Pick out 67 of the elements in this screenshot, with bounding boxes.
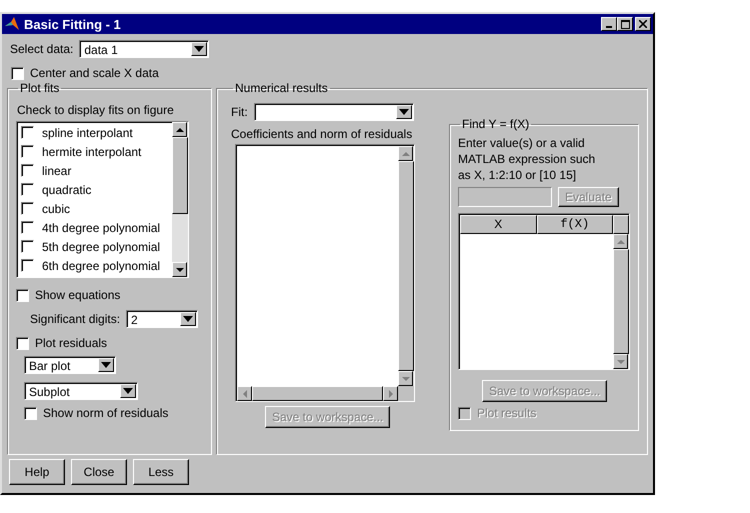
caret-icon <box>183 316 194 322</box>
minimize-button[interactable] <box>601 17 617 31</box>
arrow-icon <box>176 126 184 134</box>
dialog-button[interactable]: Help <box>9 459 65 485</box>
show-norm-label: Show norm of residuals <box>43 406 168 420</box>
plot-layout-dropdown[interactable]: Subplot <box>24 382 138 400</box>
scroll-arrow-button[interactable] <box>172 122 187 137</box>
significant-digits-dropdown[interactable]: 2 <box>126 310 198 328</box>
caret-icon <box>398 109 409 115</box>
scroll-arrow-button[interactable] <box>398 146 413 161</box>
caret-icon <box>101 362 111 368</box>
arrow-icon <box>402 150 410 158</box>
input-field[interactable] <box>458 187 552 207</box>
instruction-text: Check to display fits on figure <box>17 103 175 117</box>
column-header[interactable]: f(X) <box>536 215 613 234</box>
fit-option-label: hermite interpolant <box>42 144 142 158</box>
arrow-icon <box>616 358 624 366</box>
scroll-arrow-button[interactable] <box>383 386 398 401</box>
significant-digits-label: Significant digits: <box>30 312 120 326</box>
select-data-dropdown[interactable]: data 1 <box>79 40 210 58</box>
matlab-logo-icon <box>4 16 20 32</box>
arrow-icon <box>176 266 184 274</box>
fit-dropdown[interactable] <box>254 103 414 121</box>
maximize-icon <box>620 20 630 28</box>
checkbox[interactable] <box>24 406 37 420</box>
show-equations-label: Show equations <box>35 288 120 302</box>
scroll-arrow-button[interactable] <box>613 234 628 249</box>
select-data-label: Select data: <box>10 42 74 56</box>
coefficients-label: Coefficients and norm of residuals <box>231 127 414 141</box>
scroll-thumb[interactable] <box>172 137 188 214</box>
fit-option-label: quadratic <box>42 182 92 196</box>
arrow-icon <box>616 238 624 246</box>
caret-icon <box>194 46 204 52</box>
fit-option-label: 4th degree polynomial <box>42 220 160 234</box>
header-corner <box>613 215 629 234</box>
fit-option-label: 6th degree polynomial <box>42 258 160 272</box>
panel-title: Find Y = f(X) <box>461 117 530 131</box>
center-scale-label: Center and scale X data <box>30 66 159 80</box>
checkbox[interactable] <box>16 336 29 350</box>
scroll-thumb[interactable] <box>613 249 629 354</box>
caret-icon <box>123 388 133 394</box>
plot-residuals-label: Plot residuals <box>35 336 108 350</box>
close-button[interactable] <box>635 17 651 31</box>
scroll-thumb[interactable] <box>252 386 383 401</box>
scroll-arrow-button[interactable] <box>172 262 187 277</box>
scroll-arrow-button[interactable] <box>398 371 413 386</box>
panel-title: Plot fits <box>19 81 60 95</box>
arrow-icon <box>240 390 248 398</box>
instruction-text: Enter value(s) or a valid MATLAB expression such as X, 1:2:10 or [10 15] <box>458 135 596 183</box>
window-title: Basic Fitting - 1 <box>24 16 121 32</box>
scroll-arrow-button[interactable] <box>237 386 252 401</box>
fit-option-label: linear <box>42 164 72 178</box>
column-header[interactable]: X <box>460 215 536 234</box>
dialog-button[interactable]: Close <box>71 459 127 485</box>
dialog-button[interactable]: Less <box>133 459 189 485</box>
panel-title: Numerical results <box>234 81 329 95</box>
fit-option-label: spline interpolant <box>42 126 133 140</box>
plot-results-label: Plot results <box>477 406 536 420</box>
fit-option-label: cubic <box>42 202 70 216</box>
fit-label: Fit: <box>231 105 248 119</box>
plot-type-dropdown[interactable]: Bar plot <box>24 356 116 374</box>
checkbox[interactable] <box>11 66 24 80</box>
checkbox[interactable] <box>16 288 29 302</box>
close-icon <box>639 20 647 28</box>
maximize-button[interactable] <box>617 17 633 31</box>
scroll-arrow-button[interactable] <box>613 354 628 369</box>
fit-option-label: 5th degree polynomial <box>42 240 160 254</box>
